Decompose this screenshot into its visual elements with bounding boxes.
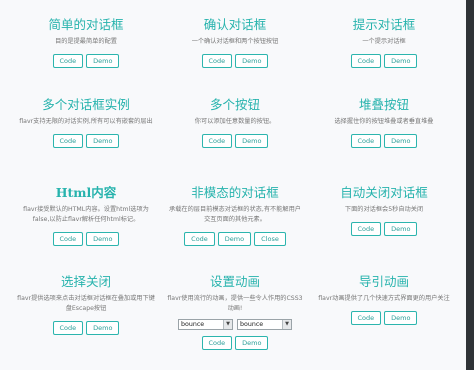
card-title: 简单的对话框	[48, 17, 124, 32]
demo-button[interactable]: Demo	[384, 222, 418, 236]
card-title: 多个按钮	[209, 97, 260, 112]
card-title: 确认对话框	[203, 17, 267, 32]
card-non-modal-dialog: 非模态的对话框 承载在的层目前模态对话框的状态,有不能解用户交互页面的其他元素。…	[160, 184, 310, 246]
card-title: 自动关闭对话框	[340, 185, 428, 200]
demo-button[interactable]: Demo	[235, 134, 269, 148]
card-description: 承载在的层目前模态对话框的状态,有不能解用户交互页面的其他元素。	[169, 206, 301, 223]
card-multiple-buttons: 多个按钮 你可以添加任意数量的按钮。 Code Demo	[160, 96, 310, 148]
animation-select-row: bounce ▼ bounce ▼	[160, 319, 310, 330]
demo-button[interactable]: Demo	[384, 54, 418, 68]
button-row: Code Demo	[160, 134, 310, 148]
demo-button[interactable]: Demo	[86, 54, 120, 68]
card-description: 一个确认对话框和两个按钮按钮	[191, 38, 279, 45]
demo-button[interactable]: Demo	[384, 134, 418, 148]
card-choose-close: 选择关闭 flavr提供选项来点击对话框对话框在叠加或用下键盘Escape按钮 …	[11, 273, 161, 335]
code-button[interactable]: Code	[201, 336, 233, 350]
card-description: 选择握住你的按钮堆叠或者垂直堆叠	[334, 118, 434, 125]
select-value: bounce	[240, 321, 264, 328]
code-button[interactable]: Code	[52, 232, 84, 246]
button-row: Code Demo	[309, 54, 459, 68]
code-button[interactable]: Code	[350, 54, 382, 68]
code-button[interactable]: Code	[350, 134, 382, 148]
select-value: bounce	[181, 321, 205, 328]
right-edge-panel	[466, 0, 474, 370]
card-description: flavr接受默认的HTML内容。设置html选项为false,以防止flavr…	[23, 206, 149, 223]
card-prompt-dialog: 提示对话框 一个提示对话框 Code Demo	[309, 16, 459, 68]
card-description: flavr使用流行的动画，提供一些令人作用的CSS3动画!	[167, 295, 303, 312]
demo-button[interactable]: Demo	[384, 311, 418, 325]
button-row: Code Demo	[309, 134, 459, 148]
card-title: 非模态的对话框	[191, 185, 279, 200]
button-row: Code Demo Close	[160, 232, 310, 246]
code-button[interactable]: Code	[184, 232, 215, 246]
card-multiple-instances: 多个对话框实例 flavr支持无限的对话实例,所有可以有嵌套的层出 Code D…	[11, 96, 161, 148]
button-row: Code Demo	[160, 336, 310, 350]
demo-button[interactable]: Demo	[86, 232, 120, 246]
card-title: 设置动画	[209, 274, 260, 289]
button-row: Code Demo	[11, 232, 161, 246]
demo-button[interactable]: Demo	[235, 54, 269, 68]
button-row: Code Demo	[309, 222, 459, 236]
card-confirm-dialog: 确认对话框 一个确认对话框和两个按钮按钮 Code Demo	[160, 16, 310, 68]
demo-button[interactable]: Demo	[235, 336, 269, 350]
card-auto-close-dialog: 自动关闭对话框 下面的对话框会5秒自动关闭 Code Demo	[309, 184, 459, 236]
card-simple-dialog: 简单的对话框 目的是提最简单的配置 Code Demo	[11, 16, 161, 68]
close-button[interactable]: Close	[254, 232, 286, 246]
demo-button[interactable]: Demo	[86, 321, 120, 335]
card-html-content: Html内容 flavr接受默认的HTML内容。设置html选项为false,以…	[11, 184, 161, 246]
button-row: Code Demo	[309, 311, 459, 325]
code-button[interactable]: Code	[52, 134, 84, 148]
code-button[interactable]: Code	[350, 311, 382, 325]
card-title: 提示对话框	[352, 17, 416, 32]
animation-in-select[interactable]: bounce ▼	[178, 319, 233, 330]
card-set-animation: 设置动画 flavr使用流行的动画，提供一些令人作用的CSS3动画! bounc…	[160, 273, 310, 350]
code-button[interactable]: Code	[201, 134, 233, 148]
chevron-down-icon: ▼	[223, 320, 232, 329]
code-button[interactable]: Code	[52, 54, 84, 68]
card-description: 下面的对话框会5秒自动关闭	[344, 206, 424, 213]
card-title: 多个对话框实例	[42, 97, 130, 112]
card-title: Html内容	[55, 185, 117, 200]
card-description: flavr支持无限的对话实例,所有可以有嵌套的层出	[19, 118, 153, 125]
code-button[interactable]: Code	[350, 222, 382, 236]
button-row: Code Demo	[11, 54, 161, 68]
button-row: Code Demo	[11, 321, 161, 335]
demo-button[interactable]: Demo	[86, 134, 120, 148]
card-description: 你可以添加任意数量的按钮。	[194, 118, 276, 125]
card-description: flavr提供选项来点击对话框对话框在叠加或用下键盘Escape按钮	[17, 295, 155, 312]
card-stacked-buttons: 堆叠按钮 选择握住你的按钮堆叠或者垂直堆叠 Code Demo	[309, 96, 459, 148]
card-title: 堆叠按钮	[358, 97, 409, 112]
card-title: 选择关闭	[60, 274, 111, 289]
demo-page: 简单的对话框 目的是提最简单的配置 Code Demo 确认对话框 一个确认对话…	[0, 0, 466, 370]
button-row: Code Demo	[11, 134, 161, 148]
demo-button[interactable]: Demo	[217, 232, 252, 246]
code-button[interactable]: Code	[52, 321, 84, 335]
code-button[interactable]: Code	[201, 54, 233, 68]
button-row: Code Demo	[160, 54, 310, 68]
card-description: 目的是提最简单的配置	[55, 38, 117, 45]
card-title: 导引动画	[358, 274, 409, 289]
chevron-down-icon: ▼	[282, 320, 291, 329]
card-guide-animation: 导引动画 flavr动画提供了几个快速方式界面更的用户关注 Code Demo	[309, 273, 459, 325]
card-description: 一个提示对话框	[362, 38, 406, 45]
animation-out-select[interactable]: bounce ▼	[237, 319, 292, 330]
card-description: flavr动画提供了几个快速方式界面更的用户关注	[318, 295, 450, 302]
